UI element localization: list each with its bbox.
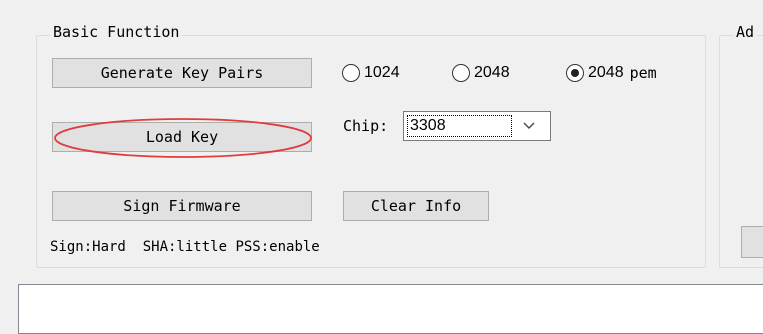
chip-select-value: 3308 [407, 115, 512, 137]
radio-2048-label: 2048 [474, 64, 510, 81]
status-pss: PSS:enable [235, 239, 320, 255]
radio-2048-pem-label: 2048 [588, 64, 624, 81]
chip-label: Chip: [343, 117, 389, 135]
radio-pem-suffix: pem [629, 64, 657, 82]
generate-key-pairs-button[interactable]: Generate Key Pairs [52, 58, 312, 88]
chevron-down-icon [523, 122, 535, 129]
status-sign: Sign:Hard [50, 239, 126, 255]
sign-firmware-button[interactable]: Sign Firmware [52, 191, 312, 221]
radio-1024-label: 1024 [364, 64, 400, 81]
basic-function-title: Basic Function [50, 22, 183, 42]
status-line: Sign:Hard SHA:little PSS:enable [50, 239, 320, 255]
advanced-title: Ad [733, 22, 758, 42]
radio-selected-icon [566, 64, 584, 82]
load-key-button[interactable]: Load Key [52, 122, 312, 152]
clear-info-button[interactable]: Clear Info [343, 191, 489, 221]
radio-1024[interactable]: 1024 [342, 64, 400, 82]
radio-circle-icon [342, 64, 360, 82]
status-sha: SHA:little [142, 239, 228, 255]
radio-circle-icon [452, 64, 470, 82]
advanced-button[interactable] [741, 226, 763, 258]
radio-2048[interactable]: 2048 [452, 64, 510, 82]
radio-2048-pem[interactable]: 2048 pem [566, 64, 657, 82]
chip-select[interactable]: 3308 [403, 111, 551, 141]
info-log[interactable] [18, 284, 763, 334]
